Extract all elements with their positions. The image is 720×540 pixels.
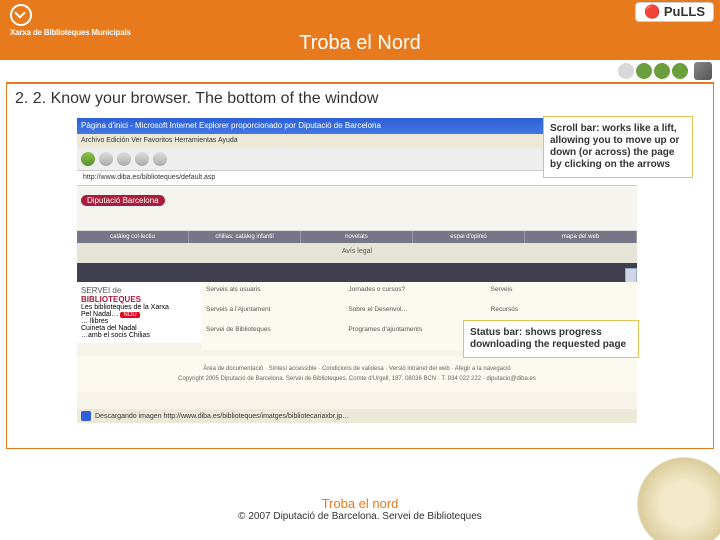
toolbar-forward-icon[interactable] (99, 152, 113, 166)
slide-title: Troba el Nord (299, 32, 421, 55)
org-name: Xarxa de Biblioteques Municipals (10, 28, 131, 37)
diba-logo-icon (10, 4, 32, 26)
toolbar-home-icon[interactable] (153, 152, 167, 166)
compass-watermark-icon (630, 450, 720, 540)
slide-header: Xarxa de Biblioteques Municipals Troba e… (0, 0, 720, 60)
sidebar-item[interactable]: …amb el socis Chilias (81, 332, 201, 339)
list-item[interactable]: Servei de Biblioteques (206, 326, 348, 346)
section-subtitle: 2. 2. Know your browser. The bottom of t… (15, 90, 705, 108)
list-item[interactable]: Jornades o cursos? (348, 286, 490, 306)
forward-icon[interactable] (654, 63, 670, 79)
org-logo: Xarxa de Biblioteques Municipals (10, 4, 131, 37)
callout-scrollbar: Scroll bar: works like a lift, allowing … (543, 116, 693, 178)
sidebar-item[interactable]: Les biblioteques de la Xarxa (81, 304, 201, 311)
diputacio-badge: Diputació Barcelona (81, 195, 165, 206)
site-sidebar: SERVEI de BIBLIOTEQUES Les biblioteques … (77, 282, 205, 343)
site-menu-item[interactable]: mapa del web (525, 231, 637, 243)
page-header: Diputació Barcelona (77, 186, 637, 231)
page-footer-text: Àrea de documentació · Síntesi accessibl… (77, 356, 637, 392)
nav-icons (618, 60, 712, 80)
callout-statusbar: Status bar: shows progress downloading t… (463, 320, 639, 358)
toolbar-refresh-icon[interactable] (135, 152, 149, 166)
list-item[interactable]: Serveis (491, 286, 633, 306)
site-menu-item[interactable]: novetats (301, 231, 413, 243)
status-text-2: Descargando imagen http://www.diba.es/bi… (95, 413, 349, 420)
toolbar-stop-icon[interactable] (117, 152, 131, 166)
status-bar-2: Descargando imagen http://www.diba.es/bi… (77, 409, 637, 423)
back-icon[interactable] (636, 63, 652, 79)
toolbar-back-icon[interactable] (81, 152, 95, 166)
footer-title: Troba el nord (0, 496, 720, 511)
pulls-badge: 🔴 PuLLS (635, 2, 714, 22)
sidebar-item[interactable]: Pel Nadal… NOU (81, 311, 201, 318)
site-menu-item[interactable]: catàleg col·lectiu (77, 231, 189, 243)
content-frame: 2. 2. Know your browser. The bottom of t… (6, 82, 714, 449)
sidebar-item[interactable]: … llibres (81, 318, 201, 325)
ie-icon (81, 411, 91, 421)
refresh-icon[interactable] (672, 63, 688, 79)
mid-strip: Avís legal (77, 243, 637, 263)
servei-logo: SERVEI de BIBLIOTEQUES (81, 286, 201, 304)
list-item[interactable]: Serveis als usuaris (206, 286, 348, 306)
site-menu: catàleg col·lectiu chilias: catàleg infa… (77, 231, 637, 243)
footer-copyright: © 2007 Diputació de Barcelona. Servei de… (0, 511, 720, 522)
site-menu-item[interactable]: espai d'opinió (413, 231, 525, 243)
slide-footer: Troba el nord © 2007 Diputació de Barcel… (0, 496, 720, 522)
site-menu-item[interactable]: chilias: catàleg infantil (189, 231, 301, 243)
sidebar-item[interactable]: Cuineta del Nadal (81, 325, 201, 332)
list-item[interactable]: Serveis a l'Ajuntament (206, 306, 348, 326)
speaker-icon[interactable] (694, 62, 712, 80)
home-icon[interactable] (618, 63, 634, 79)
